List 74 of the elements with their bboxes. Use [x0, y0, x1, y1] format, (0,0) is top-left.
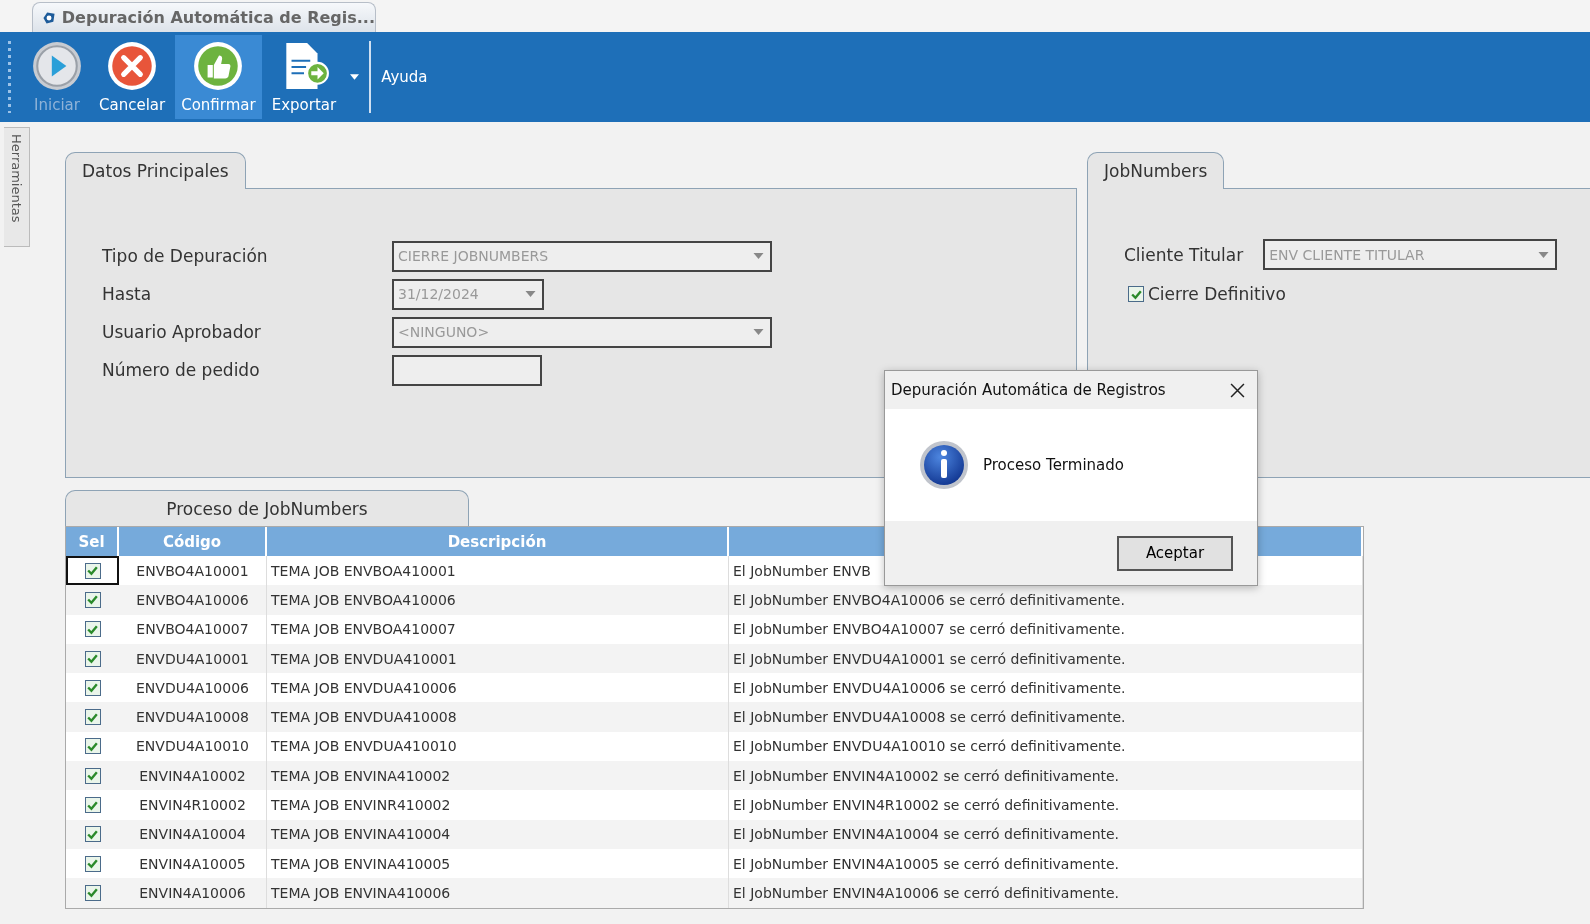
side-tab[interactable]: Herramientas [4, 127, 30, 247]
input-field[interactable] [392, 354, 542, 386]
checkbox[interactable] [84, 826, 101, 843]
table-cell: TEMA JOB ENVBOA410007 [267, 614, 729, 644]
close-icon [106, 40, 159, 92]
accept-button[interactable]: Aceptar [1117, 535, 1233, 571]
panel-tab[interactable]: JobNumbers [1087, 152, 1225, 189]
table-cell: TEMA JOB ENVDUA410008 [267, 702, 729, 732]
field-label: Usuario Aprobador [102, 322, 262, 342]
checkbox[interactable] [84, 621, 101, 638]
date-picker[interactable]: 31/12/2024 [392, 278, 544, 310]
document-tab[interactable]: Depuración Automática de Regis... [32, 2, 376, 32]
column-header[interactable]: Descripción [267, 527, 729, 556]
table-cell: El JobNumber ENVIN4A10004 se cerró definitivamente. [729, 819, 1363, 849]
checkbox[interactable] [84, 562, 101, 579]
dropdown-field[interactable]: <NINGUNO> [392, 316, 772, 348]
table-cell: TEMA JOB ENVBOA410006 [267, 585, 729, 615]
toolbar-button[interactable]: Exportar [265, 35, 343, 119]
dialog-message: Proceso Terminado [983, 456, 1124, 474]
table-cell: ENVDU4A10008 [119, 702, 267, 732]
dialog-title: Depuración Automática de Registros [891, 381, 1166, 399]
toolbar-grip[interactable] [8, 41, 11, 113]
dropdown-field[interactable]: ENV CLIENTE TITULAR [1263, 239, 1558, 270]
caret-icon[interactable] [1538, 251, 1550, 258]
table-cell: TEMA JOB ENVINR410002 [267, 790, 729, 820]
checkbox[interactable] [84, 797, 101, 813]
table-cell: El JobNumber ENVDU4A10008 se cerró definitivamente. [729, 702, 1363, 732]
field-label: Cliente Titular [1124, 244, 1244, 265]
table-cell: ENVIN4A10006 [119, 878, 267, 908]
table-cell: TEMA JOB ENVINA410006 [267, 878, 729, 908]
table-cell: El JobNumber ENVIN4A10002 se cerró definitivamente. [729, 761, 1363, 791]
table-cell: ENVBO4A10006 [119, 585, 267, 615]
field-label: Número de pedido [102, 360, 261, 380]
checkbox[interactable] [84, 679, 101, 696]
checkbox[interactable] [84, 650, 101, 667]
checkbox[interactable] [84, 591, 101, 608]
field-label: Hasta [102, 284, 153, 304]
thumbs-up-icon [192, 40, 245, 92]
caret-icon[interactable] [753, 329, 764, 335]
table-cell: El JobNumber ENVDU4A10001 se cerró definitivamente. [729, 643, 1363, 674]
panel-tab[interactable]: Proceso de JobNumbers [65, 490, 469, 527]
table-cell: TEMA JOB ENVINA410004 [267, 819, 729, 849]
checkbox[interactable] [84, 767, 101, 784]
caret-icon[interactable] [753, 253, 764, 259]
table-cell: TEMA JOB ENVINA410002 [267, 761, 729, 791]
table-cell: ENVIN4A10004 [119, 819, 267, 849]
toolbar-button[interactable]: Cancelar [93, 35, 172, 119]
checkbox[interactable] [84, 855, 101, 872]
checkbox-label: Cierre Definitivo [1148, 284, 1286, 304]
table-cell: El JobNumber ENVIN4A10006 se cerró definitivamente. [729, 878, 1363, 908]
table-cell: ENVDU4A10001 [119, 643, 267, 674]
info-icon [919, 440, 969, 490]
dropdown-caret-icon[interactable] [350, 74, 360, 80]
checkbox[interactable] [84, 738, 101, 755]
help-menu[interactable]: Ayuda [381, 68, 428, 86]
close-icon[interactable] [1230, 382, 1245, 398]
checkbox[interactable] [84, 709, 101, 726]
panel-tab[interactable]: Datos Principales [65, 152, 246, 189]
field-label: Tipo de Depuración [102, 246, 269, 266]
checkbox[interactable] [84, 884, 101, 901]
dropdown-field[interactable]: CIERRE JOBNUMBERS [392, 240, 772, 272]
table-cell: TEMA JOB ENVDUA410001 [267, 643, 729, 674]
play-icon [31, 40, 83, 92]
table-cell[interactable] [66, 556, 119, 586]
table-cell: ENVIN4R10002 [119, 790, 267, 820]
table-cell: ENVBO4A10007 [119, 614, 267, 644]
toolbar-button[interactable]: Confirmar [175, 35, 262, 119]
table-cell: ENVIN4A10002 [119, 761, 267, 791]
column-header[interactable]: Sel [66, 527, 119, 556]
table-cell: El JobNumber ENVBO4A10007 se cerró definitivamente. [729, 614, 1363, 644]
caret-icon[interactable] [525, 291, 536, 297]
column-header[interactable]: Código [119, 527, 267, 556]
checkbox[interactable] [1128, 286, 1144, 302]
table-cell: El JobNumber ENVIN4R10002 se cerró definitivamente. [729, 790, 1363, 820]
